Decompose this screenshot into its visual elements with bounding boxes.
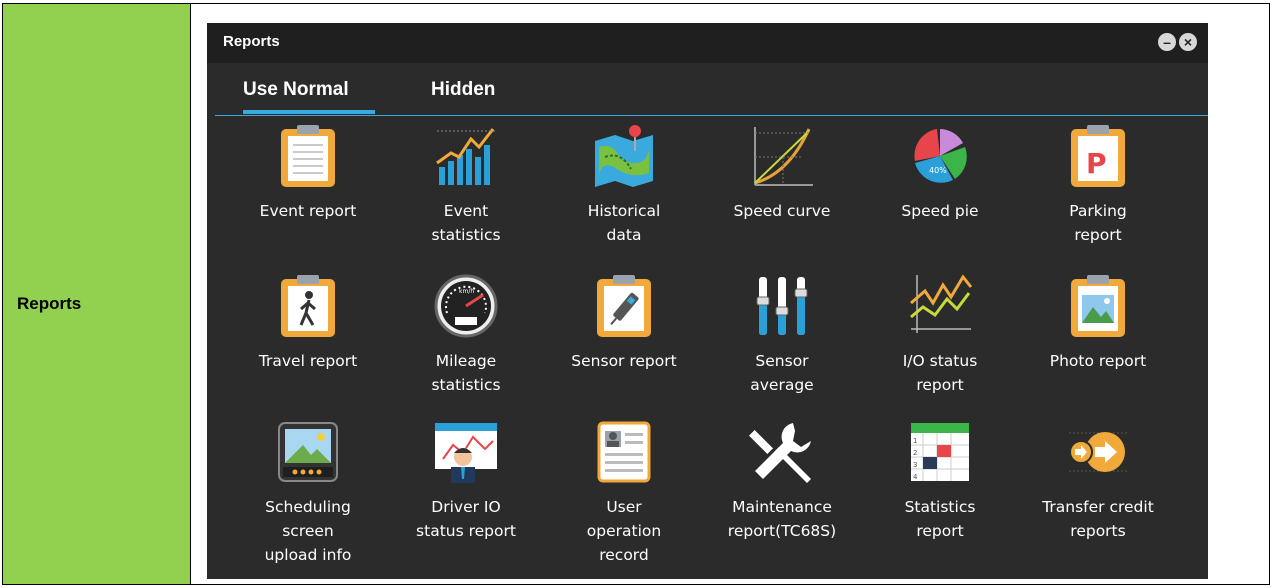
- line-graph-icon: [907, 273, 973, 339]
- report-item-transfer-credit-reports[interactable]: Transfer credit reports: [1023, 419, 1173, 543]
- walking-clipboard-icon: [275, 273, 341, 339]
- item-label: Event report: [259, 202, 357, 220]
- item-label: Driver IO status report: [416, 498, 516, 540]
- bar-chart-icon: [433, 123, 499, 189]
- item-label: Transfer credit reports: [1042, 498, 1154, 540]
- report-item-event-statistics[interactable]: Event statistics: [391, 123, 541, 247]
- calendar-table-icon: 1 2 3 4: [907, 419, 973, 485]
- report-item-io-status-report[interactable]: I/O status report: [865, 273, 1015, 397]
- item-label: Mileage statistics: [431, 352, 501, 394]
- driver-chart-icon: [433, 419, 499, 485]
- active-tab-indicator: [243, 110, 375, 114]
- report-item-maintenance-report[interactable]: Maintenance report(TC68S): [707, 419, 857, 543]
- window-title: Reports: [223, 33, 280, 50]
- photo-clipboard-icon: [1065, 273, 1131, 339]
- report-item-mileage-statistics[interactable]: km/h Mileage statistics: [391, 273, 541, 397]
- close-icon[interactable]: ×: [1179, 33, 1197, 51]
- tab-hidden[interactable]: Hidden: [431, 79, 495, 101]
- report-item-speed-pie[interactable]: 40% Speed pie: [865, 123, 1015, 223]
- report-item-scheduling-screen-upload-info[interactable]: Scheduling screen upload info: [233, 419, 383, 567]
- reports-window: Reports – × Use Normal Hidden Event repo…: [207, 23, 1208, 579]
- tab-use-normal[interactable]: Use Normal: [243, 79, 349, 101]
- item-label: Historical data: [587, 202, 661, 244]
- clipboard-icon: [275, 123, 341, 189]
- map-pin-icon: [591, 123, 657, 189]
- report-item-historical-data[interactable]: Historical data: [549, 123, 699, 247]
- report-item-driver-io-status-report[interactable]: Driver IO status report: [391, 419, 541, 543]
- id-card-icon: [591, 419, 657, 485]
- report-item-speed-curve[interactable]: Speed curve: [707, 123, 857, 223]
- report-item-photo-report[interactable]: Photo report: [1023, 273, 1173, 373]
- item-label: Sensor average: [750, 352, 814, 394]
- item-label: Parking report: [1069, 202, 1127, 244]
- report-item-travel-report[interactable]: Travel report: [233, 273, 383, 373]
- parking-clipboard-icon: P: [1065, 123, 1131, 189]
- report-item-sensor-report[interactable]: Sensor report: [549, 273, 699, 373]
- report-item-parking-report[interactable]: P Parking report: [1023, 123, 1173, 247]
- report-item-statistics-report[interactable]: 1 2 3 4 Statistics report: [865, 419, 1015, 543]
- svg-text:P: P: [1086, 147, 1107, 180]
- item-label: Event statistics: [431, 202, 501, 244]
- svg-text:4: 4: [913, 473, 918, 481]
- item-label: Statistics report: [904, 498, 976, 540]
- side-cell: Reports: [3, 4, 191, 584]
- item-label: Travel report: [258, 352, 358, 370]
- minimize-icon[interactable]: –: [1158, 33, 1176, 51]
- item-label: Sensor report: [571, 352, 677, 370]
- item-label: Scheduling screen upload info: [264, 498, 352, 564]
- report-item-sensor-average[interactable]: Sensor average: [707, 273, 857, 397]
- svg-text:3: 3: [913, 461, 917, 469]
- item-label: Speed curve: [733, 202, 831, 220]
- side-label: Reports: [17, 294, 82, 313]
- item-label: I/O status report: [902, 352, 978, 394]
- item-label: User operation record: [586, 498, 662, 564]
- speedometer-icon: km/h: [433, 273, 499, 339]
- svg-text:2: 2: [913, 449, 917, 457]
- sliders-icon: [749, 273, 815, 339]
- screen-icon: [275, 419, 341, 485]
- report-item-event-report[interactable]: Event report: [233, 123, 383, 223]
- tab-divider: [215, 115, 1208, 116]
- item-label: Photo report: [1049, 352, 1147, 370]
- item-label: Speed pie: [901, 202, 979, 220]
- sensor-clipboard-icon: [591, 273, 657, 339]
- svg-text:40%: 40%: [929, 166, 947, 175]
- report-item-user-operation-record[interactable]: User operation record: [549, 419, 699, 567]
- svg-text:1: 1: [913, 437, 917, 445]
- titlebar: Reports – ×: [207, 23, 1208, 63]
- item-label: Maintenance report(TC68S): [727, 498, 837, 540]
- pie-chart-icon: 40%: [907, 123, 973, 189]
- svg-text:km/h: km/h: [459, 288, 474, 295]
- transfer-icon: [1065, 419, 1131, 485]
- tab-bar: Use Normal Hidden: [207, 63, 1208, 115]
- curve-graph-icon: [749, 123, 815, 189]
- wrench-screwdriver-icon: [749, 419, 815, 485]
